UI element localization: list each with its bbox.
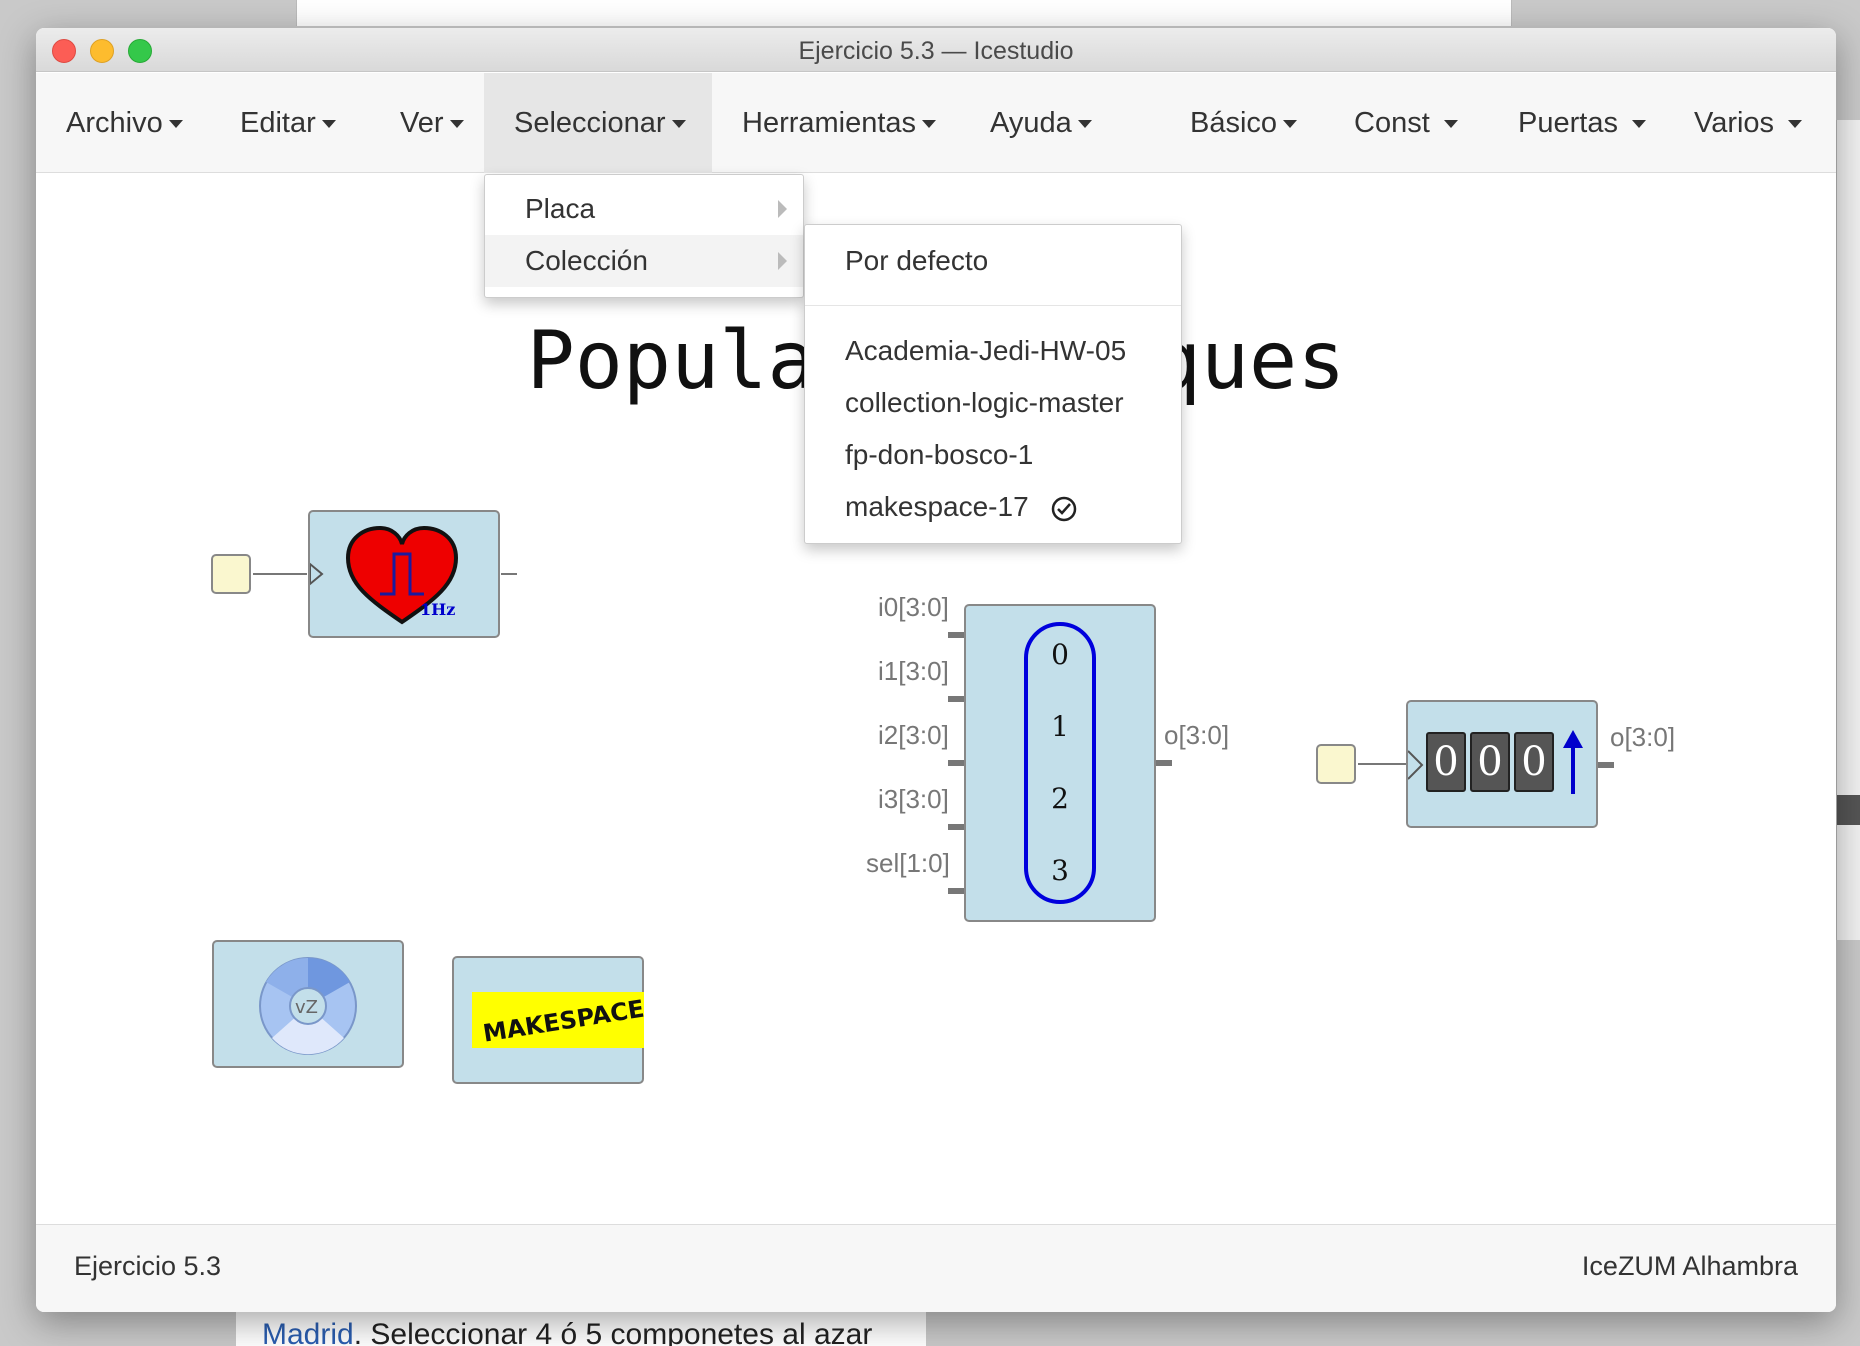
menu-item-collection[interactable]: fp-don-bosco-1	[805, 429, 1181, 481]
makespace-logo: MAKESPACE	[472, 992, 646, 1048]
menu-item-default[interactable]: Por defecto	[805, 235, 1181, 287]
clock-input-icon	[1408, 750, 1424, 780]
chevron-down-icon	[168, 120, 183, 129]
counter-output-label: o[3:0]	[1610, 722, 1676, 752]
menu-varios[interactable]: Varios	[1664, 73, 1832, 173]
statusbar: Ejercicio 5.3 IceZUM Alhambra	[36, 1224, 1836, 1312]
mux-option: 1	[1051, 710, 1069, 743]
mux-input-label: i0[3:0]	[878, 592, 949, 622]
menu-item-collection[interactable]: collection-logic-master	[805, 377, 1181, 429]
chevron-down-icon	[1077, 120, 1092, 129]
background-window-right	[1836, 120, 1860, 940]
counter-digit: 0	[1426, 732, 1466, 792]
heart-clock-block[interactable]: 1Hz	[308, 510, 500, 638]
chevron-right-icon	[778, 252, 787, 270]
counter-digit: 0	[1470, 732, 1510, 792]
background-text-line: Madrid. Seleccionar 4 ó 5 componetes al …	[262, 1318, 872, 1346]
background-link[interactable]: Madrid	[262, 1318, 354, 1346]
svg-text:vZ: vZ	[295, 997, 318, 1018]
mux-input-pin[interactable]	[948, 824, 964, 830]
status-board-name[interactable]: IceZUM Alhambra	[1582, 1251, 1798, 1282]
input-port-block[interactable]	[1316, 744, 1356, 784]
wire	[1358, 763, 1406, 765]
clock-frequency-label: 1Hz	[420, 600, 455, 619]
menu-basico[interactable]: Básico	[1160, 73, 1327, 173]
menu-herramientas[interactable]: Herramientas	[712, 73, 966, 173]
wire	[501, 573, 517, 575]
mux-input-pin[interactable]	[948, 632, 964, 638]
input-port-block[interactable]	[211, 554, 251, 594]
counter-digit: 0	[1514, 732, 1554, 792]
chevron-right-icon	[778, 200, 787, 218]
chevron-down-icon	[1631, 120, 1646, 129]
mux-option: 2	[1051, 782, 1069, 815]
svg-text:MAKESPACE: MAKESPACE	[481, 995, 644, 1048]
mux-input-label: i3[3:0]	[878, 784, 949, 814]
menu-const[interactable]: Const	[1324, 73, 1488, 173]
window-title: Ejercicio 5.3 — Icestudio	[798, 37, 1074, 65]
status-project-name: Ejercicio 5.3	[74, 1251, 222, 1281]
arrow-up-icon	[1563, 730, 1583, 794]
collection-logo-block[interactable]: vZ	[212, 940, 404, 1068]
mux-select-label: sel[1:0]	[866, 848, 950, 878]
mux-input-pin[interactable]	[948, 760, 964, 766]
makespace-logo-block[interactable]: MAKESPACE	[452, 956, 646, 1084]
background-window	[296, 0, 1512, 26]
app-window: Ejercicio 5.3 — Icestudio Archivo Editar…	[36, 28, 1836, 1312]
menu-ver[interactable]: Ver	[370, 73, 494, 173]
menu-item-placa[interactable]: Placa	[485, 183, 803, 235]
chevron-down-icon	[671, 120, 686, 129]
chevron-down-icon	[449, 120, 464, 129]
chevron-down-icon	[1788, 120, 1803, 129]
menu-divider	[805, 305, 1181, 306]
mux-option: 3	[1051, 854, 1069, 887]
menu-editar[interactable]: Editar	[210, 73, 366, 173]
menu-archivo[interactable]: Archivo	[36, 73, 213, 173]
chevron-down-icon	[321, 120, 336, 129]
menu-ayuda[interactable]: Ayuda	[960, 73, 1122, 173]
check-circle-icon	[1052, 496, 1077, 521]
heart-icon: 1Hz	[310, 525, 459, 625]
puzzle-icon: vZ	[259, 957, 357, 1055]
counter-output-pin[interactable]	[1598, 762, 1614, 768]
background-text: . Seleccionar 4 ó 5 componetes al azar	[353, 1318, 873, 1346]
mux-option: 0	[1051, 638, 1069, 671]
mux-select-pin[interactable]	[948, 888, 964, 894]
mux-input-label: i2[3:0]	[878, 720, 949, 750]
mux-output-pin[interactable]	[1156, 760, 1172, 766]
menu-item-collection-selected[interactable]: makespace-17	[805, 481, 1181, 533]
chevron-down-icon	[922, 120, 937, 129]
counter-block[interactable]: 0 0 0	[1406, 700, 1598, 828]
mux-output-label: o[3:0]	[1164, 720, 1230, 750]
menu-item-coleccion[interactable]: Colección	[485, 235, 803, 287]
coleccion-submenu: Por defecto Academia-Jedi-HW-05 collecti…	[804, 224, 1182, 544]
mux-selector-oval: 0 1 2 3	[1024, 622, 1096, 904]
menu-seleccionar[interactable]: Seleccionar	[484, 73, 712, 173]
chevron-down-icon	[1443, 120, 1458, 129]
menu-item-collection[interactable]: Academia-Jedi-HW-05	[805, 325, 1181, 377]
titlebar: Ejercicio 5.3 — Icestudio	[36, 28, 1836, 72]
mux-input-pin[interactable]	[948, 696, 964, 702]
multiplexer-block[interactable]: 0 1 2 3	[964, 604, 1156, 922]
menu-puertas[interactable]: Puertas	[1488, 73, 1676, 173]
mux-input-label: i1[3:0]	[878, 656, 949, 686]
seleccionar-dropdown: Placa Colección	[484, 174, 804, 298]
menubar: Archivo Editar Ver Seleccionar Herramien…	[36, 73, 1836, 173]
wire	[253, 573, 307, 575]
chevron-down-icon	[1283, 120, 1298, 129]
